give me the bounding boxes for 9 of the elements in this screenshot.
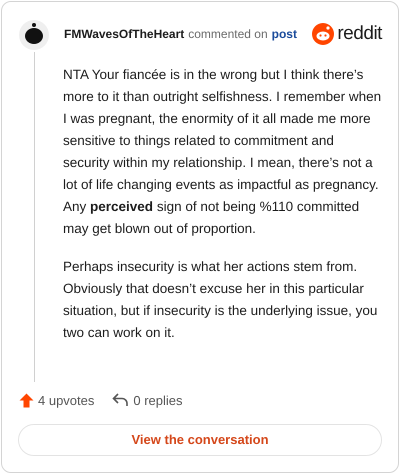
username[interactable]: FMWavesOfTheHeart: [64, 25, 184, 43]
comment-paragraph: NTA Your fiancée is in the wrong but I think there’s more to it than outright selfishness. I remember when I was pregnant, the enormity of it all made me more sensitive to things related to commitment and security within my relationship. I mean, there’s not a lot of life changing events as impactful as pregnancy. Any perceived sign of not being %110 committed may get blown out of proportion.: [63, 66, 382, 238]
post-link[interactable]: post: [272, 25, 297, 43]
action-text: commented on: [188, 26, 268, 43]
upvote-count: 4 upvotes: [38, 392, 94, 410]
reply-count: 0 replies: [133, 392, 183, 410]
brand-name: reddit: [337, 22, 382, 46]
comment-paragraph: Perhaps insecurity is what her actions stem from. Obviously that doesn’t excuse her in this particular situation, but if insecurity is the underlying issue, you two can work on it.: [63, 258, 378, 342]
view-conversation-button[interactable]: View the conversation: [18, 424, 382, 456]
